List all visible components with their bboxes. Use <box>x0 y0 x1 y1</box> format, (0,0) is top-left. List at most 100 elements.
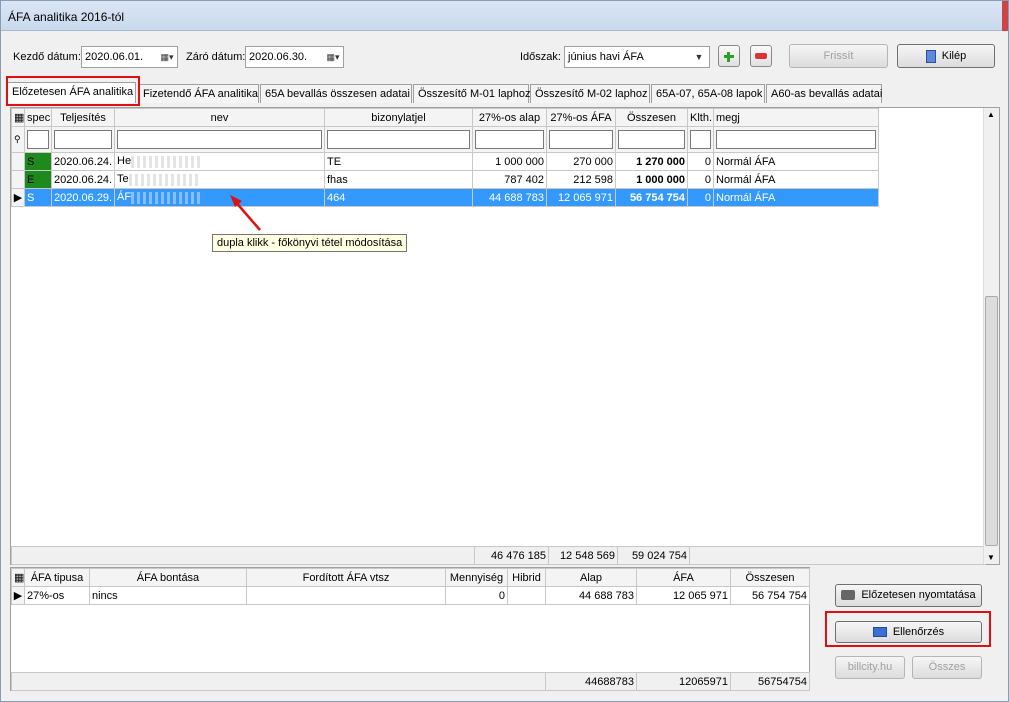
col-base[interactable]: Alap <box>545 568 637 587</box>
total-sum: 59 024 754 <box>617 546 690 565</box>
col-note[interactable]: megj <box>713 108 879 127</box>
calendar-dropdown-icon[interactable]: ▦▾ <box>159 49 175 65</box>
col-name[interactable]: nev <box>114 108 325 127</box>
table-row[interactable]: E 2020.06.24. Te fhas 787 402 212 598 1 … <box>11 170 879 189</box>
total-vat: 12 548 569 <box>548 546 618 565</box>
cell-vat: 12 065 971 <box>546 188 616 207</box>
row-indicator <box>11 170 25 189</box>
calendar-dropdown-icon[interactable]: ▦▾ <box>325 49 341 65</box>
cell-note: Normál ÁFA <box>713 170 879 189</box>
end-date-value: 2020.06.30. <box>249 51 308 63</box>
window-title: ÁFA analitika 2016-tól <box>8 10 125 24</box>
col-doc[interactable]: bizonylatjel <box>324 108 473 127</box>
row-pointer-icon: ▶ <box>11 188 25 207</box>
cell-klth: 0 <box>687 170 714 189</box>
cell-klth: 0 <box>687 188 714 207</box>
col-total[interactable]: Összesen <box>615 108 688 127</box>
header-indicator: ▦ <box>11 108 25 127</box>
cell-doc: fhas <box>324 170 473 189</box>
col-vat-type[interactable]: ÁFA tipusa <box>24 568 90 587</box>
tab-m01[interactable]: Összesítő M-01 laphoz <box>413 84 531 103</box>
blurred-text <box>128 173 199 186</box>
scroll-thumb[interactable] <box>985 296 998 546</box>
print-label: Előzetesen nyomtatása <box>861 589 976 601</box>
main-grid: ▦ spec Teljesítés nev bizonylatjel 27%-o… <box>10 107 1000 565</box>
cell-total: 56 754 754 <box>615 188 688 207</box>
cell-date: 2020.06.24. <box>51 170 115 189</box>
red-arrow-icon <box>230 195 261 231</box>
start-date-field[interactable]: 2020.06.01. ▦▾ <box>81 46 178 68</box>
door-icon <box>925 49 936 63</box>
col-quantity[interactable]: Mennyiség <box>445 568 508 587</box>
cell-name: Te <box>114 170 325 189</box>
filter-input[interactable] <box>690 130 711 149</box>
cell-base: 787 402 <box>472 170 547 189</box>
col-spec[interactable]: spec <box>24 108 52 127</box>
cell-total: 1 270 000 <box>615 152 688 171</box>
table-row-selected[interactable]: ▶ S 2020.06.29. ÁF 464 44 688 783 12 065… <box>11 188 879 207</box>
refresh-button[interactable]: Frissít <box>789 44 888 68</box>
row-pointer-icon: ▶ <box>11 586 25 605</box>
filter-input[interactable] <box>716 130 876 149</box>
row-indicator <box>11 152 25 171</box>
start-date-value: 2020.06.01. <box>85 51 144 63</box>
tab-payable-vat[interactable]: Fizetendő ÁFA analitika <box>138 84 259 103</box>
close-icon[interactable] <box>1002 1 1008 31</box>
highlight-box <box>825 611 991 647</box>
totals-spacer <box>11 672 546 691</box>
filter-input[interactable] <box>54 130 112 149</box>
binoculars-icon[interactable]: ⚲ <box>11 126 25 153</box>
tab-m02[interactable]: Összesítő M-02 laphoz <box>530 84 650 103</box>
cell-note: Normál ÁFA <box>713 188 879 207</box>
col-vat-split[interactable]: ÁFA bontása <box>89 568 247 587</box>
col-base[interactable]: 27%-os alap <box>472 108 547 127</box>
cell-base: 1 000 000 <box>472 152 547 171</box>
col-vat[interactable]: ÁFA <box>636 568 731 587</box>
tab-65a-07-08[interactable]: 65A-07, 65A-08 lapok <box>651 84 765 103</box>
col-hybrid[interactable]: Hibrid <box>507 568 546 587</box>
cell-spec: E <box>24 170 52 189</box>
tab-65a-totals[interactable]: 65A bevallás összesen adatai <box>260 84 412 103</box>
summary-total-sum: 56754754 <box>730 672 810 691</box>
filter-input[interactable] <box>327 130 470 149</box>
filter-input[interactable] <box>27 130 49 149</box>
cell-total: 56 754 754 <box>730 586 810 605</box>
remove-icon[interactable] <box>750 45 772 67</box>
printer-icon <box>841 590 856 601</box>
totals-spacer <box>689 546 986 565</box>
tab-a60[interactable]: A60-as bevallás adatai <box>766 84 882 103</box>
total-base: 46 476 185 <box>474 546 549 565</box>
col-date[interactable]: Teljesítés <box>51 108 115 127</box>
cell-quantity: 0 <box>445 586 508 605</box>
scroll-up-icon[interactable]: ▲ <box>987 110 995 119</box>
add-icon[interactable] <box>718 45 740 67</box>
billcity-button[interactable]: billcity.hu <box>835 656 905 679</box>
filter-input[interactable] <box>549 130 613 149</box>
cell-vat: 212 598 <box>546 170 616 189</box>
col-total[interactable]: Összesen <box>730 568 810 587</box>
cell-name: He <box>114 152 325 171</box>
table-row[interactable]: S 2020.06.24. He TE 1 000 000 270 000 1 … <box>11 152 879 171</box>
tooltip: dupla klikk - főkönyvi tétel módosítása <box>212 234 408 252</box>
col-klth[interactable]: Klth. <box>687 108 714 127</box>
col-vat[interactable]: 27%-os ÁFA <box>546 108 616 127</box>
vertical-scrollbar[interactable]: ▲ ▼ <box>983 108 999 564</box>
period-select[interactable]: június havi ÁFA ▼ <box>564 46 710 68</box>
header-indicator: ▦ <box>11 568 25 587</box>
scroll-down-icon[interactable]: ▼ <box>987 553 995 562</box>
exit-button[interactable]: Kilép <box>897 44 995 68</box>
table-row[interactable]: ▶ 27%-os nincs 0 44 688 783 12 065 971 5… <box>11 586 810 605</box>
print-button[interactable]: Előzetesen nyomtatása <box>835 584 982 607</box>
col-reverse-vat[interactable]: Fordított ÁFA vtsz <box>246 568 446 587</box>
end-date-field[interactable]: 2020.06.30. ▦▾ <box>245 46 344 68</box>
cell-spec: S <box>24 188 52 207</box>
filter-input[interactable] <box>618 130 685 149</box>
chevron-down-icon[interactable]: ▼ <box>691 49 707 65</box>
cell-reverse-vat <box>246 586 446 605</box>
cell-doc: 464 <box>324 188 473 207</box>
filter-input[interactable] <box>475 130 544 149</box>
cell-base: 44 688 783 <box>472 188 547 207</box>
filter-input[interactable] <box>117 130 322 149</box>
cell-name-text: He <box>117 155 132 168</box>
all-button[interactable]: Összes <box>912 656 982 679</box>
